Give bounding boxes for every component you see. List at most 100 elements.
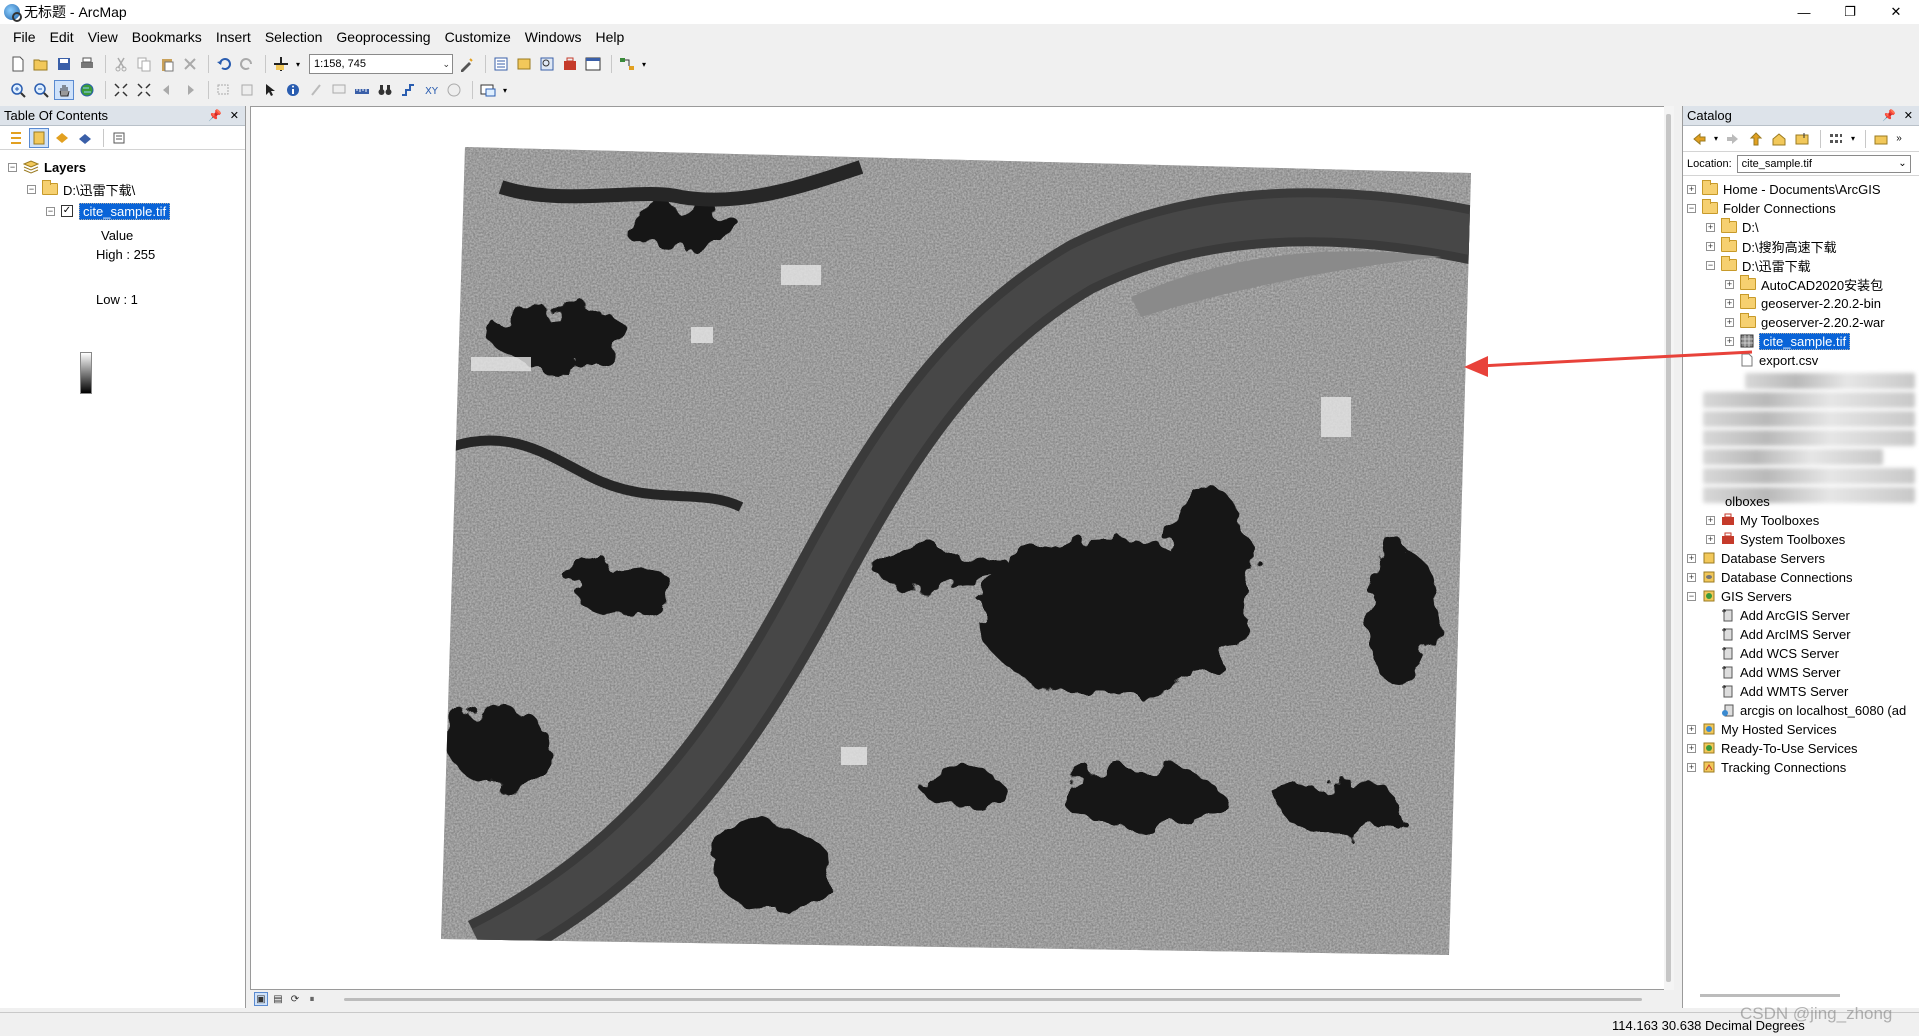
toolbar-overflow-icon[interactable]: » (1894, 129, 1904, 149)
map-vertical-scrollbar[interactable] (1664, 106, 1674, 990)
list-by-drawing-order-icon[interactable] (6, 128, 26, 148)
list-by-visibility-icon[interactable] (52, 128, 72, 148)
time-slider-icon[interactable] (444, 80, 464, 100)
save-icon[interactable] (54, 54, 74, 74)
open-folder-icon[interactable] (31, 54, 51, 74)
pause-drawing-icon[interactable]: ⏸ (305, 992, 319, 1006)
catalog-item-tracking-connections[interactable]: + Tracking Connections (1687, 758, 1846, 776)
copy-icon[interactable] (134, 54, 154, 74)
paste-icon[interactable] (157, 54, 177, 74)
catalog-item-home[interactable]: + Home - Documents\ArcGIS (1687, 180, 1881, 198)
chevron-down-icon[interactable]: ▾ (1712, 129, 1720, 149)
catalog-item-database-connections[interactable]: + Database Connections (1687, 568, 1853, 586)
select-elements-arrow-icon[interactable] (260, 80, 280, 100)
arctoolbox-icon[interactable] (560, 54, 580, 74)
location-combobox[interactable]: cite_sample.tif ⌄ (1736, 154, 1911, 173)
views-icon[interactable] (1826, 129, 1846, 149)
add-data-icon[interactable] (271, 54, 291, 74)
html-popup-icon[interactable] (329, 80, 349, 100)
menu-selection[interactable]: Selection (258, 26, 330, 48)
layer-visibility-checkbox[interactable]: ✓ (61, 205, 73, 217)
toolbar-overflow-icon[interactable]: ▾ (640, 54, 648, 74)
expand-icon[interactable]: + (1725, 317, 1734, 327)
toc-row-folder[interactable]: − D:\迅雷下载\ (27, 180, 135, 198)
catalog-item-system-toolboxes[interactable]: + System Toolboxes (1706, 530, 1845, 548)
chevron-down-icon[interactable]: ▾ (1849, 129, 1857, 149)
collapse-icon[interactable]: − (1706, 260, 1715, 270)
table-of-contents-icon[interactable] (491, 54, 511, 74)
collapse-icon[interactable]: − (1687, 591, 1696, 601)
collapse-icon[interactable]: − (1687, 203, 1696, 213)
identify-icon[interactable] (283, 80, 303, 100)
hyperlink-icon[interactable] (306, 80, 326, 100)
catalog-item-add-arcgis-server[interactable]: Add ArcGIS Server (1721, 606, 1850, 624)
forward-extent-icon[interactable] (180, 80, 200, 100)
catalog-item-autocad[interactable]: + AutoCAD2020安装包 (1725, 275, 1883, 293)
catalog-options-icon[interactable] (1871, 129, 1891, 149)
catalog-item-add-wms-server[interactable]: Add WMS Server (1721, 663, 1840, 681)
search-window-icon[interactable] (537, 54, 557, 74)
auto-hide-pin-icon[interactable]: 📌 (208, 109, 222, 122)
catalog-horizontal-scrollbar[interactable] (1700, 994, 1840, 997)
expand-icon[interactable]: + (1706, 222, 1715, 232)
clear-selection-icon[interactable] (237, 80, 257, 100)
expand-icon[interactable]: + (1725, 279, 1734, 289)
minimize-button[interactable]: — (1781, 0, 1827, 24)
expand-icon[interactable]: + (1725, 298, 1734, 308)
scrollbar-thumb[interactable] (1666, 114, 1671, 982)
expand-icon[interactable]: + (1706, 534, 1715, 544)
map-horizontal-scrollbar[interactable] (344, 998, 1642, 1001)
new-document-icon[interactable] (8, 54, 28, 74)
toc-row-layer[interactable]: − ✓ cite_sample.tif (46, 202, 171, 220)
catalog-item-toolboxes[interactable]: olboxes (1725, 492, 1770, 510)
refresh-icon[interactable]: ⟳ (288, 992, 302, 1006)
expand-icon[interactable]: + (1687, 184, 1696, 194)
layout-view-icon[interactable]: ▤ (271, 992, 285, 1006)
select-features-icon[interactable] (214, 80, 234, 100)
toc-row-layers[interactable]: − Layers (8, 158, 86, 176)
menu-insert[interactable]: Insert (209, 26, 258, 48)
maximize-button[interactable]: ❐ (1827, 0, 1873, 24)
menu-geoprocessing[interactable]: Geoprocessing (329, 26, 437, 48)
undo-icon[interactable] (214, 54, 234, 74)
zoom-out-icon[interactable] (31, 80, 51, 100)
expand-icon[interactable]: + (1706, 515, 1715, 525)
layer-name-label[interactable]: cite_sample.tif (79, 202, 171, 220)
menu-bookmarks[interactable]: Bookmarks (125, 26, 209, 48)
menu-windows[interactable]: Windows (518, 26, 589, 48)
measure-icon[interactable] (352, 80, 372, 100)
list-by-selection-icon[interactable] (75, 128, 95, 148)
map-scale-combobox[interactable]: 1:158, 745 ⌄ (309, 54, 453, 74)
go-to-xy-icon[interactable]: XY (421, 80, 441, 100)
expand-icon[interactable]: + (1687, 572, 1696, 582)
expand-icon[interactable]: + (1687, 553, 1696, 563)
catalog-item-geoserver-bin[interactable]: + geoserver-2.20.2-bin (1725, 294, 1881, 312)
menu-customize[interactable]: Customize (438, 26, 518, 48)
expand-icon[interactable]: + (1687, 724, 1696, 734)
home-icon[interactable] (1769, 129, 1789, 149)
close-button[interactable]: ✕ (1873, 0, 1919, 24)
connect-to-folder-icon[interactable] (1792, 129, 1812, 149)
fixed-zoom-out-icon[interactable] (134, 80, 154, 100)
menu-edit[interactable]: Edit (43, 26, 81, 48)
catalog-window-icon[interactable] (514, 54, 534, 74)
forward-arrow-icon[interactable] (1723, 129, 1743, 149)
back-arrow-icon[interactable] (1689, 129, 1709, 149)
catalog-item-add-wcs-server[interactable]: Add WCS Server (1721, 644, 1839, 662)
expand-icon[interactable]: + (1725, 336, 1734, 346)
data-view-icon[interactable]: ▣ (254, 992, 268, 1006)
menu-view[interactable]: View (81, 26, 125, 48)
redo-icon[interactable] (237, 54, 257, 74)
expand-icon[interactable]: + (1687, 762, 1696, 772)
map-display[interactable] (250, 106, 1674, 990)
python-window-icon[interactable] (583, 54, 603, 74)
close-icon[interactable]: ✕ (230, 109, 239, 122)
create-viewer-window-icon[interactable] (478, 80, 498, 100)
catalog-item-xunlei[interactable]: − D:\迅雷下载 (1706, 256, 1811, 274)
pan-hand-icon[interactable] (54, 80, 74, 100)
collapse-icon[interactable]: − (46, 206, 55, 216)
options-icon[interactable] (109, 128, 129, 148)
back-extent-icon[interactable] (157, 80, 177, 100)
catalog-item-my-hosted-services[interactable]: + My Hosted Services (1687, 720, 1837, 738)
editor-toolbar-icon[interactable] (457, 54, 477, 74)
